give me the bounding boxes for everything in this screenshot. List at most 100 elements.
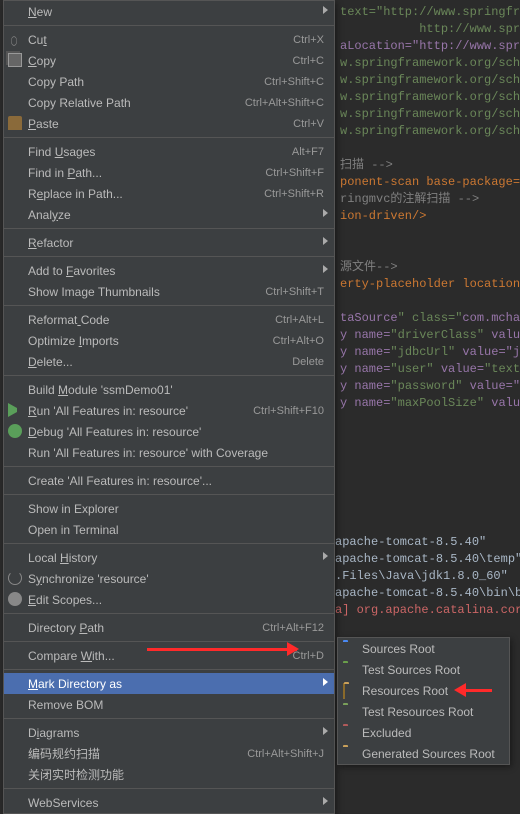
submenu-arrow-icon [323, 237, 328, 245]
folder-icon [343, 684, 356, 695]
menu-item[interactable]: Analyze [4, 204, 334, 225]
menu-item[interactable]: Copy Relative PathCtrl+Alt+Shift+C [4, 92, 334, 113]
submenu-item[interactable]: Sources Root [338, 638, 509, 659]
menu-item[interactable]: Edit Scopes... [4, 589, 334, 610]
folder-icon [343, 726, 356, 737]
menu-item[interactable]: Add to Favorites [4, 260, 334, 281]
menu-item[interactable]: Replace in Path...Ctrl+Shift+R [4, 183, 334, 204]
menu-item[interactable]: Refactor [4, 232, 334, 253]
menu-item[interactable]: Open in Terminal [4, 519, 334, 540]
menu-item-label: Show Image Thumbnails [28, 285, 265, 299]
context-menu: NewCutCtrl+XCopyCtrl+CCopy PathCtrl+Shif… [3, 0, 335, 814]
menu-shortcut: Ctrl+Shift+C [264, 76, 324, 88]
menu-item[interactable]: Delete...Delete [4, 351, 334, 372]
menu-shortcut: Ctrl+Alt+Shift+J [247, 748, 324, 760]
menu-item-label: Edit Scopes... [28, 593, 324, 607]
submenu-item[interactable]: Test Resources Root [338, 701, 509, 722]
menu-item-label: 关闭实时检测功能 [28, 766, 324, 783]
menu-item-label: Find in Path... [28, 166, 265, 180]
menu-item-label: Directory Path [28, 621, 262, 635]
submenu-arrow-icon [323, 209, 328, 217]
menu-item-label: Copy Relative Path [28, 96, 245, 110]
menu-item[interactable]: Run 'All Features in: resource' with Cov… [4, 442, 334, 463]
menu-item[interactable]: Directory PathCtrl+Alt+F12 [4, 617, 334, 638]
menu-item[interactable]: Create 'All Features in: resource'... [4, 470, 334, 491]
menu-item[interactable]: Remove BOM [4, 694, 334, 715]
menu-item-label: Open in Terminal [28, 523, 324, 537]
menu-item[interactable]: Run 'All Features in: resource'Ctrl+Shif… [4, 400, 334, 421]
menu-shortcut: Ctrl+Alt+O [273, 335, 324, 347]
menu-item[interactable]: New [4, 1, 334, 22]
menu-item-label: Synchronize 'resource' [28, 572, 324, 586]
menu-item-label: Paste [28, 117, 293, 131]
menu-item-label: Copy Path [28, 75, 264, 89]
ico-copy-icon [8, 53, 22, 67]
menu-item-label: Show in Explorer [28, 502, 324, 516]
menu-item-label: Build Module 'ssmDemo01' [28, 383, 324, 397]
menu-item-label: Mark Directory as [28, 677, 324, 691]
menu-item[interactable]: 编码规约扫描Ctrl+Alt+Shift+J [4, 743, 334, 764]
menu-item-label: Cut [28, 33, 293, 47]
folder-icon [343, 705, 356, 716]
menu-item[interactable]: Show in Explorer [4, 498, 334, 519]
ico-run-icon [8, 403, 22, 417]
menu-item[interactable]: CopyCtrl+C [4, 50, 334, 71]
menu-item[interactable]: Find UsagesAlt+F7 [4, 141, 334, 162]
menu-shortcut: Ctrl+Shift+F10 [253, 405, 324, 417]
menu-item[interactable]: CutCtrl+X [4, 29, 334, 50]
menu-item[interactable]: Reformat CodeCtrl+Alt+L [4, 309, 334, 330]
menu-item[interactable]: Synchronize 'resource' [4, 568, 334, 589]
menu-item[interactable]: PasteCtrl+V [4, 113, 334, 134]
submenu-item-label: Test Sources Root [362, 663, 460, 677]
submenu-arrow-icon [323, 265, 328, 273]
menu-shortcut: Alt+F7 [292, 146, 324, 158]
menu-item[interactable]: Mark Directory as [4, 673, 334, 694]
menu-shortcut: Ctrl+Shift+R [264, 188, 324, 200]
ico-cut-icon [8, 32, 22, 46]
menu-item[interactable]: Diagrams [4, 722, 334, 743]
mark-directory-submenu: Sources Root Test Sources Root Resources R… [337, 637, 510, 765]
menu-item-label: Analyze [28, 208, 324, 222]
menu-item-label: Refactor [28, 236, 324, 250]
menu-item-label: 编码规约扫描 [28, 745, 247, 762]
menu-shortcut: Ctrl+X [293, 34, 324, 46]
menu-item-label: Replace in Path... [28, 187, 264, 201]
menu-shortcut: Ctrl+Alt+F12 [262, 622, 324, 634]
menu-item[interactable]: Build Module 'ssmDemo01' [4, 379, 334, 400]
submenu-item-label: Excluded [362, 726, 411, 740]
ico-sync-icon [8, 571, 22, 585]
menu-item-label: Compare With... [28, 649, 293, 663]
menu-shortcut: Ctrl+V [293, 118, 324, 130]
menu-item-label: Remove BOM [28, 698, 324, 712]
submenu-arrow-icon [323, 552, 328, 560]
menu-item-label: Reformat Code [28, 313, 275, 327]
menu-item-label: Optimize Imports [28, 334, 273, 348]
menu-item[interactable]: Optimize ImportsCtrl+Alt+O [4, 330, 334, 351]
menu-item-label: Local History [28, 551, 324, 565]
menu-shortcut: Delete [292, 356, 324, 368]
menu-item[interactable]: Find in Path...Ctrl+Shift+F [4, 162, 334, 183]
submenu-item[interactable]: Excluded [338, 722, 509, 743]
menu-item-label: Add to Favorites [28, 264, 324, 278]
menu-item-label: Delete... [28, 355, 292, 369]
ico-paste-icon [8, 116, 22, 130]
menu-shortcut: Ctrl+Alt+Shift+C [245, 97, 324, 109]
menu-item[interactable]: Copy PathCtrl+Shift+C [4, 71, 334, 92]
menu-item[interactable]: Show Image ThumbnailsCtrl+Shift+T [4, 281, 334, 302]
menu-item[interactable]: Debug 'All Features in: resource' [4, 421, 334, 442]
menu-item[interactable]: Local History [4, 547, 334, 568]
submenu-arrow-icon [323, 678, 328, 686]
menu-item-label: Diagrams [28, 726, 324, 740]
menu-item-label: Create 'All Features in: resource'... [28, 474, 324, 488]
menu-item[interactable]: Compare With...Ctrl+D [4, 645, 334, 666]
menu-item-label: Run 'All Features in: resource' [28, 404, 253, 418]
menu-item[interactable]: WebServices [4, 792, 334, 813]
submenu-item-label: Test Resources Root [362, 705, 473, 719]
menu-shortcut: Ctrl+Shift+T [265, 286, 324, 298]
submenu-item[interactable]: Generated Sources Root [338, 743, 509, 764]
submenu-item-label: Resources Root [362, 684, 448, 698]
submenu-item[interactable]: Test Sources Root [338, 659, 509, 680]
menu-item-label: New [28, 5, 324, 19]
submenu-item[interactable]: Resources Root [338, 680, 509, 701]
menu-item[interactable]: 关闭实时检测功能 [4, 764, 334, 785]
